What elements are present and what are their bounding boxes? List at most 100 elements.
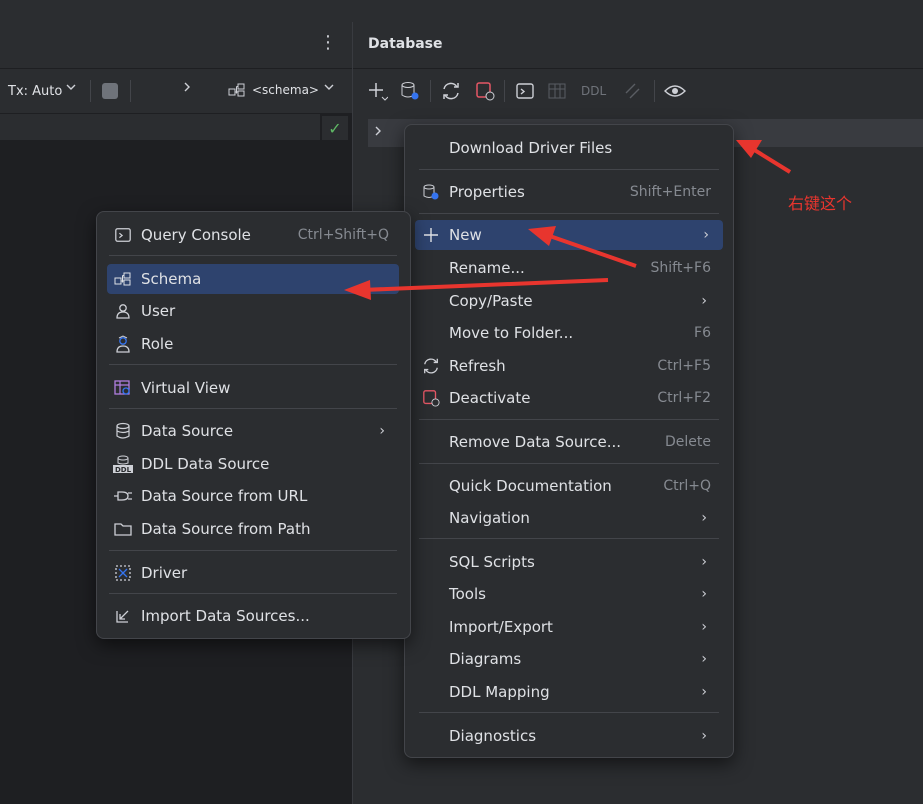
menu-item-copy-paste[interactable]: Copy/Paste › bbox=[415, 286, 721, 316]
menu-divider bbox=[419, 463, 719, 464]
menu-divider bbox=[419, 419, 719, 420]
chevron-down-icon[interactable] bbox=[64, 80, 78, 94]
folder-icon bbox=[113, 519, 133, 539]
menu-item-navigation[interactable]: Navigation › bbox=[415, 503, 721, 533]
menu-item-label: Navigation bbox=[449, 509, 530, 527]
context-menu: Download Driver Files Properties Shift+E… bbox=[404, 124, 734, 758]
refresh-icon bbox=[421, 356, 441, 376]
menu-item-properties[interactable]: Properties Shift+Enter bbox=[415, 177, 721, 207]
user-icon bbox=[113, 301, 133, 321]
menu-item-label: Quick Documentation bbox=[449, 477, 612, 495]
menu-item-tools[interactable]: Tools › bbox=[415, 579, 721, 609]
submenu-item-driver[interactable]: Driver bbox=[107, 558, 399, 588]
menu-divider bbox=[419, 538, 719, 539]
submenu-arrow-icon: › bbox=[379, 423, 385, 439]
submenu-item-user[interactable]: User bbox=[107, 296, 399, 326]
data-source-properties-icon[interactable] bbox=[399, 80, 421, 102]
submenu-item-import-data-sources[interactable]: Import Data Sources... bbox=[107, 601, 399, 631]
menu-item-label: Move to Folder... bbox=[449, 324, 574, 342]
database-properties-icon bbox=[421, 182, 441, 202]
schema-selector-label: <schema> bbox=[252, 83, 319, 97]
deactivate-icon[interactable] bbox=[474, 80, 496, 102]
editor-tab-header bbox=[0, 22, 352, 69]
menu-divider bbox=[109, 255, 397, 256]
menu-item-download-driver-files[interactable]: Download Driver Files bbox=[415, 133, 721, 163]
menu-divider bbox=[109, 408, 397, 409]
schema-icon bbox=[228, 82, 246, 98]
table-icon bbox=[546, 80, 568, 102]
menu-item-label: Refresh bbox=[449, 357, 506, 375]
submenu-item-data-source-from-url[interactable]: Data Source from URL bbox=[107, 481, 399, 511]
menu-item-sql-scripts[interactable]: SQL Scripts › bbox=[415, 547, 721, 577]
menu-item-move-to-folder[interactable]: Move to Folder... F6 bbox=[415, 318, 721, 348]
toolbar-divider bbox=[130, 80, 131, 102]
schema-selector[interactable]: <schema> bbox=[228, 82, 319, 98]
menu-divider bbox=[419, 213, 719, 214]
menu-item-label: Schema bbox=[141, 270, 202, 288]
menu-item-refresh[interactable]: Refresh Ctrl+F5 bbox=[415, 351, 721, 381]
jump-icon bbox=[622, 80, 644, 102]
menu-item-shortcut: Delete bbox=[665, 434, 711, 450]
submenu-item-virtual-view[interactable]: Virtual View bbox=[107, 373, 399, 403]
transaction-mode-label[interactable]: Tx: Auto bbox=[8, 84, 62, 99]
svg-text:DDL: DDL bbox=[115, 466, 132, 473]
menu-item-label: Import/Export bbox=[449, 618, 553, 636]
menu-item-shortcut: Ctrl+Q bbox=[663, 478, 711, 494]
chevron-right-icon[interactable] bbox=[372, 124, 384, 138]
menu-divider bbox=[109, 593, 397, 594]
submenu-item-data-source[interactable]: Data Source › bbox=[107, 416, 399, 446]
chevron-down-icon[interactable] bbox=[322, 80, 336, 94]
toolbar-divider bbox=[654, 80, 655, 102]
database-panel-title: Database bbox=[368, 36, 443, 52]
menu-item-rename[interactable]: Rename... Shift+F6 bbox=[415, 253, 721, 283]
menu-item-label: Data Source from URL bbox=[141, 487, 308, 505]
add-icon[interactable] bbox=[367, 80, 389, 102]
chevron-right-icon[interactable] bbox=[180, 80, 194, 94]
submenu-item-query-console[interactable]: Query Console Ctrl+Shift+Q bbox=[107, 220, 399, 250]
stop-icon[interactable] bbox=[102, 83, 118, 99]
menu-item-diagrams[interactable]: Diagrams › bbox=[415, 644, 721, 674]
menu-item-label: Data Source bbox=[141, 422, 234, 440]
annotation-label: 右键这个 bbox=[788, 194, 853, 213]
menu-item-label: SQL Scripts bbox=[449, 553, 535, 571]
toolbar-divider bbox=[430, 80, 431, 102]
menu-item-label: Remove Data Source... bbox=[449, 433, 622, 451]
refresh-icon[interactable] bbox=[440, 80, 462, 102]
menu-item-label: Download Driver Files bbox=[449, 139, 613, 157]
menu-item-label: Diagrams bbox=[449, 650, 522, 668]
menu-item-label: Import Data Sources... bbox=[141, 607, 310, 625]
driver-icon bbox=[113, 563, 133, 583]
menu-item-label: User bbox=[141, 302, 176, 320]
submenu-item-schema[interactable]: Schema bbox=[107, 264, 399, 294]
menu-item-label: Data Source from Path bbox=[141, 520, 311, 538]
submenu-arrow-icon: › bbox=[701, 619, 707, 635]
submenu-item-data-source-from-path[interactable]: Data Source from Path bbox=[107, 514, 399, 544]
menu-divider bbox=[419, 712, 719, 713]
menu-item-label: Rename... bbox=[449, 259, 525, 277]
menu-item-shortcut: Ctrl+F2 bbox=[657, 390, 711, 406]
title-bar bbox=[0, 0, 923, 22]
more-options-icon[interactable]: ⋮ bbox=[318, 30, 338, 56]
schema-icon bbox=[113, 269, 133, 289]
menu-item-label: Driver bbox=[141, 564, 188, 582]
menu-item-diagnostics[interactable]: Diagnostics › bbox=[415, 721, 721, 751]
menu-item-remove-data-source[interactable]: Remove Data Source... Delete bbox=[415, 427, 721, 457]
menu-item-label: Virtual View bbox=[141, 379, 231, 397]
deactivate-icon bbox=[421, 388, 441, 408]
submenu-item-ddl-data-source[interactable]: DDL DDL Data Source bbox=[107, 449, 399, 479]
plus-icon bbox=[421, 225, 441, 245]
menu-item-new[interactable]: New › bbox=[415, 220, 723, 250]
editor-gutter bbox=[0, 114, 320, 140]
submenu-item-role[interactable]: Role bbox=[107, 329, 399, 359]
menu-divider bbox=[109, 364, 397, 365]
eye-icon[interactable] bbox=[664, 80, 686, 102]
submenu-arrow-icon: › bbox=[701, 510, 707, 526]
menu-item-quick-documentation[interactable]: Quick Documentation Ctrl+Q bbox=[415, 471, 721, 501]
menu-item-ddl-mapping[interactable]: DDL Mapping › bbox=[415, 677, 721, 707]
menu-item-import-export[interactable]: Import/Export › bbox=[415, 612, 721, 642]
menu-item-label: DDL Data Source bbox=[141, 455, 270, 473]
menu-item-deactivate[interactable]: Deactivate Ctrl+F2 bbox=[415, 383, 721, 413]
submenu-arrow-icon: › bbox=[701, 728, 707, 744]
query-console-icon[interactable] bbox=[514, 80, 536, 102]
menu-item-shortcut: Ctrl+Shift+Q bbox=[297, 227, 389, 243]
